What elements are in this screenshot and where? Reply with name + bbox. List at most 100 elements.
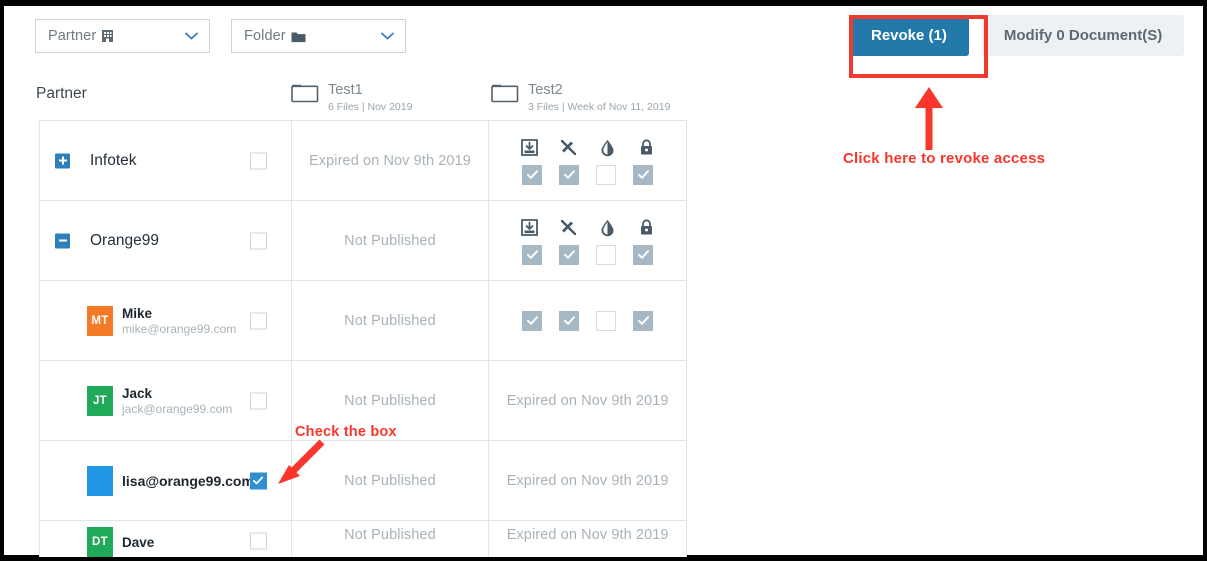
user-text: Mike mike@orange99.com	[122, 306, 236, 336]
permission-checkbox-lock[interactable]	[633, 164, 654, 185]
avatar: DT	[87, 527, 113, 557]
test2-cell	[488, 281, 686, 360]
permission-checkbox-no-edit-pencil[interactable]	[559, 164, 580, 185]
revoke-button[interactable]: Revoke (1)	[849, 15, 969, 56]
permissions-table: Infotek Expired on Nov 9th 2019 Orange99 No…	[39, 120, 687, 557]
test1-cell: Not Published	[290, 521, 489, 557]
permission-checkbox-no-edit-pencil[interactable]	[559, 244, 580, 265]
user-entry: DT Dave	[87, 527, 154, 557]
partner-cell: Infotek	[40, 121, 291, 200]
partner-cell: lisa@orange99.com	[40, 441, 291, 520]
test1-cell: Not Published	[290, 281, 489, 360]
test2-cell: Expired on Nov 9th 2019	[488, 521, 686, 557]
action-bar: Revoke (1) Modify 0 Document(S)	[849, 15, 1185, 56]
user-name: Dave	[122, 534, 155, 550]
partner-filter-dropdown[interactable]: Partner	[35, 19, 210, 53]
permission-checkbox-watermark-droplet[interactable]	[596, 244, 617, 265]
lock-icon	[635, 217, 657, 239]
user-email: jack@orange99.com	[122, 401, 233, 416]
table-row: Orange99 Not Published	[40, 201, 686, 281]
publish-status: Expired on Nov 9th 2019	[506, 472, 669, 489]
user-name: Jack	[122, 385, 153, 401]
organization-name: Orange99	[90, 231, 159, 249]
table-row: DT Dave Not Published Expired on Nov 9th 20…	[40, 521, 686, 557]
test1-cell: Expired on Nov 9th 2019	[290, 121, 489, 200]
permission-checkbox-lock[interactable]	[633, 244, 654, 265]
permission-grid	[522, 310, 654, 331]
test1-cell: Not Published	[290, 201, 489, 280]
publish-status: Expired on Nov 9th 2019	[506, 527, 669, 543]
folder-column-test2: Test2 3 Files | Week of Nov 11, 2019	[491, 82, 670, 113]
user-text: Dave	[122, 535, 154, 550]
avatar	[87, 465, 113, 496]
row-select-checkbox[interactable]	[249, 472, 267, 489]
permission-checkbox-download[interactable]	[522, 164, 543, 185]
avatar: MT	[87, 305, 113, 336]
user-entry: lisa@orange99.com	[87, 465, 254, 496]
permission-icon-row	[518, 137, 657, 159]
publish-status: Not Published	[344, 392, 436, 409]
publish-status: Not Published	[344, 312, 436, 329]
download-icon	[518, 217, 540, 239]
partner-cell: DT Dave	[40, 521, 291, 557]
building-icon	[101, 29, 114, 43]
folder-meta: 3 Files | Week of Nov 11, 2019	[528, 101, 671, 113]
permission-grid	[518, 217, 657, 265]
test1-cell: Not Published	[290, 441, 489, 520]
partner-filter-label: Partner	[48, 28, 97, 44]
row-select-checkbox[interactable]	[249, 152, 267, 169]
folder-column-test1: Test1 6 Files | Nov 2019	[291, 82, 412, 113]
download-icon	[518, 137, 540, 159]
folder-filter-dropdown[interactable]: Folder	[231, 19, 406, 53]
folder-name: Test2	[528, 82, 563, 98]
permission-checkbox-lock[interactable]	[633, 310, 654, 331]
partner-cell: MT Mike mike@orange99.com	[40, 281, 291, 360]
table-row: MT Mike mike@orange99.com Not Published	[40, 281, 686, 361]
table-header: Partner Test1 6 Files | Nov 2019 Test2 3…	[4, 76, 694, 116]
folder-meta: 6 Files | Nov 2019	[328, 101, 413, 113]
test2-cell	[488, 201, 686, 280]
permission-checkbox-watermark-droplet[interactable]	[596, 164, 617, 185]
permission-checkbox-download[interactable]	[522, 310, 543, 331]
chevron-down-icon	[185, 27, 198, 45]
folder-icon	[491, 82, 519, 111]
watermark-droplet-icon	[596, 217, 618, 239]
row-select-checkbox[interactable]	[249, 232, 267, 249]
watermark-droplet-icon	[596, 137, 618, 159]
user-entry: MT Mike mike@orange99.com	[87, 305, 236, 336]
permission-checkbox-watermark-droplet[interactable]	[596, 310, 617, 331]
permission-grid	[518, 137, 657, 185]
filter-bar: Partner Folder	[35, 19, 406, 53]
partner-column-header: Partner	[36, 85, 87, 102]
user-name: lisa@orange99.com	[122, 472, 254, 489]
user-name: Mike	[122, 305, 153, 321]
revoke-annotation-arrow	[915, 87, 943, 150]
expand-icon[interactable]	[55, 153, 70, 168]
partner-cell: JT Jack jack@orange99.com	[40, 361, 291, 440]
avatar: JT	[87, 385, 113, 416]
permission-checkbox-no-edit-pencil[interactable]	[559, 310, 580, 331]
permission-checkbox-row	[522, 164, 654, 185]
row-select-checkbox[interactable]	[249, 312, 267, 329]
revoke-annotation-text: Click here to revoke access	[843, 150, 1046, 167]
user-entry: JT Jack jack@orange99.com	[87, 385, 233, 416]
folder-icon	[291, 82, 319, 111]
lock-icon	[635, 137, 657, 159]
row-select-checkbox[interactable]	[249, 532, 267, 550]
permission-checkbox-download[interactable]	[522, 244, 543, 265]
folder-name: Test1	[328, 82, 363, 98]
chevron-down-icon	[381, 27, 394, 45]
permission-icon-row	[518, 217, 657, 239]
folder-filter-label: Folder	[244, 28, 286, 44]
publish-status: Expired on Nov 9th 2019	[506, 392, 669, 409]
partner-cell: Orange99	[40, 201, 291, 280]
app-stage: Partner Folder Partner Test1 6 Files | N…	[4, 6, 1203, 557]
collapse-icon[interactable]	[55, 233, 70, 248]
test2-cell: Expired on Nov 9th 2019	[488, 441, 686, 520]
publish-status: Expired on Nov 9th 2019	[309, 152, 471, 169]
test2-cell	[488, 121, 686, 200]
modify-documents-button[interactable]: Modify 0 Document(S)	[981, 15, 1185, 56]
test2-cell: Expired on Nov 9th 2019	[488, 361, 686, 440]
permission-checkbox-row	[522, 310, 654, 331]
row-select-checkbox[interactable]	[249, 392, 267, 409]
